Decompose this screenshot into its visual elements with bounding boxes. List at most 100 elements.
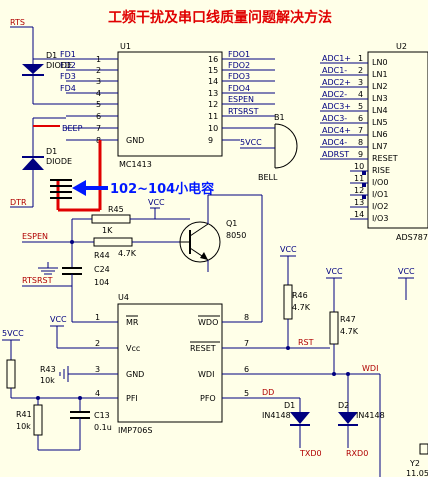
u2-pin-name: LN4 (372, 106, 388, 115)
transistor-q1: Q1 8050 (179, 194, 263, 322)
u1-pin-num: 5 (96, 100, 101, 109)
u4-pin-name: RESET (190, 344, 216, 353)
d1-ref: D1 (46, 51, 57, 60)
u1-pin-num: 1 (96, 55, 101, 64)
u1-pin-name: GND (126, 136, 144, 145)
right-vcc-label: VCC (398, 267, 415, 276)
y2-ref: Y2 (409, 459, 420, 468)
u1-net-label: BEEP (62, 124, 83, 133)
u2-pin-num: 12 (354, 186, 364, 195)
dd2-ref: D2 (338, 401, 349, 410)
r46-resistor: VCC R46 4.7K RST (280, 245, 314, 350)
u4-pin-num: 1 (95, 313, 100, 322)
c13-capacitor: C13 0.1u (38, 396, 112, 451)
u2-net-label: ADC1- (322, 66, 347, 75)
rst-net-label: RST (298, 338, 314, 347)
u2-pin-name: I/O0 (372, 178, 388, 187)
u1-net-label: FD1 (60, 50, 76, 59)
u1-pin-num: 2 (96, 66, 101, 75)
u4-pin-num: 2 (95, 339, 100, 348)
u1-pin-num: 14 (208, 77, 218, 86)
u2-pin-num: 14 (354, 210, 364, 219)
u1-net-label: ESPEN (228, 95, 254, 104)
y2-val: 11.05 (406, 469, 428, 477)
b1-part: BELL (258, 173, 278, 182)
q1-ref: Q1 (226, 219, 237, 228)
c24-capacitor: C24 104 (62, 265, 110, 287)
u2-net-label: ADC2+ (322, 78, 351, 87)
u2-pin-name: I/O1 (372, 190, 388, 199)
d1b-part: DIODE (46, 157, 72, 166)
u2-pin-name: RISE (372, 166, 390, 175)
r47-resistor: VCC R47 4.7K WDI (326, 267, 378, 376)
rxd0-label: RXD0 (346, 449, 368, 458)
u2-pin-num: 5 (358, 102, 363, 111)
u1-pin-num: 13 (208, 89, 218, 98)
u2-pin-name: LN3 (372, 94, 388, 103)
u2-pin-numbers: 1234567891011121314 (354, 54, 364, 219)
c13-ref: C13 (94, 411, 110, 420)
u4-pin-num: 8 (244, 313, 249, 322)
u2-pin-num: 3 (358, 78, 363, 87)
u2-pin-num: 2 (358, 66, 363, 75)
u1-net-label: FD3 (60, 72, 76, 81)
r46-val: 4.7K (292, 303, 311, 312)
u2-pin-num: 6 (358, 114, 363, 123)
u1-net-label: FDO1 (228, 50, 250, 59)
r43-val: 10k (40, 376, 55, 385)
u2-pin-num: 9 (358, 150, 363, 159)
u2-net-label: ADC3- (322, 114, 347, 123)
u4-vcc-wiring: VCC 5VCC (2, 315, 80, 360)
u2-pin-num: 13 (354, 198, 364, 207)
capacitor-annotation: 102~104小电容 (110, 181, 214, 197)
u1-net-label: RTSRST (228, 107, 259, 116)
u4-pin-num: 7 (244, 339, 249, 348)
u1-pin-num: 15 (208, 66, 218, 75)
r44-resistor: R44 4.7K (72, 237, 180, 260)
txd0-label: TXD0 (299, 449, 322, 458)
u4-chip: U4 IMP706S 1 2 3 4 MR Vcc GND PFI 8 7 6 … (80, 293, 380, 435)
u2-pin-num: 7 (358, 126, 363, 135)
u4-pin-name: PFO (200, 394, 216, 403)
vcc-label: VCC (50, 315, 67, 324)
r43-ref: R43 (40, 365, 56, 374)
u1-pin-num: 7 (96, 124, 101, 133)
u1-pin-num: 16 (208, 55, 218, 64)
r41-val: 10k (16, 422, 31, 431)
u2-pin-names: LN0 LN1 LN2 LN3 LN4 LN5 LN6 LN7 RESET RISE I/O0 I/O… (372, 58, 398, 223)
r46-vcc-label: VCC (280, 245, 297, 254)
ground-symbol (38, 262, 58, 275)
u4-pin-name: Vcc (126, 344, 140, 353)
annotation-arrow: 102~104小电容 (72, 180, 214, 197)
schematic-title: 工频干扰及串口线质量问题解决方法 (108, 9, 332, 26)
b1-ref: B1 (274, 113, 285, 122)
u2-pin-num: 11 (354, 174, 364, 183)
schematic-svg: 工频干扰及串口线质量问题解决方法 U1 MC1413 1 2 3 4 5 6 7… (2, 9, 428, 477)
u2-pin-name: LN6 (372, 130, 388, 139)
u2-pin-name: LN7 (372, 142, 388, 151)
u4-pin-name: WDO (198, 318, 218, 327)
r45-ref: R45 (108, 205, 124, 214)
u2-pin-num: 10 (354, 162, 364, 171)
bell-5vcc-label: 5VCC (240, 138, 262, 147)
u2-pin-name: I/O2 (372, 202, 388, 211)
u1-part: MC1413 (119, 160, 152, 169)
r41-resistor: R41 10k (16, 396, 43, 450)
u1-ref: U1 (120, 42, 131, 51)
dd1-part: IN4148 (262, 411, 291, 420)
rts-net-label: RTS (10, 18, 25, 27)
u4-part: IMP706S (118, 426, 152, 435)
five-vcc-label: 5VCC (2, 329, 24, 338)
q1-part: 8050 (226, 231, 246, 240)
r45-vcc-label: VCC (148, 198, 165, 207)
u1-pin-num: 9 (208, 136, 213, 145)
dtr-net-label: DTR (10, 198, 27, 207)
r47-val: 4.7K (340, 327, 359, 336)
u1-pin-num: 3 (96, 77, 101, 86)
d1b-ref: D1 (46, 147, 57, 156)
u2-pin-name: LN5 (372, 118, 388, 127)
u4-ref: U4 (118, 293, 129, 302)
r47-vcc-label: VCC (326, 267, 343, 276)
u1-pin-num: 4 (96, 89, 101, 98)
u2-pin-num: 8 (358, 138, 363, 147)
